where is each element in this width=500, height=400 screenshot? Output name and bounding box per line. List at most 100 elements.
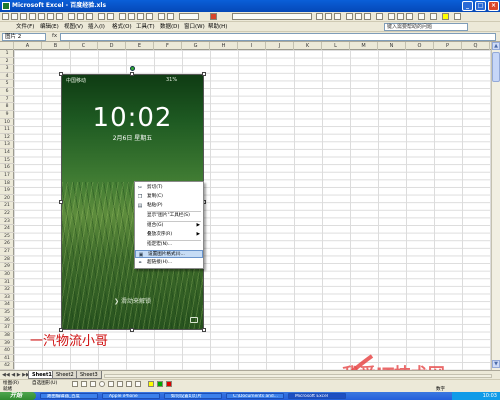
menu-file[interactable]: 文件(F) <box>16 22 34 32</box>
row-header-cell[interactable]: 42 <box>0 362 14 370</box>
menu-format[interactable]: 格式(O) <box>112 22 132 32</box>
column-header-cell[interactable]: K <box>294 42 322 50</box>
row-header-cell[interactable]: 34 <box>0 301 14 310</box>
sheet-tab-2[interactable]: Sheet2 <box>52 371 78 379</box>
row-header-cell[interactable]: 20 <box>0 195 14 203</box>
taskbar-item[interactable]: C:\Documents and... <box>226 393 284 399</box>
currency-icon[interactable] <box>388 13 395 20</box>
ctx-item-hyperlink[interactable]: ⚭ 超链接(H)... <box>135 259 203 267</box>
bold-icon[interactable] <box>316 13 323 20</box>
resize-handle[interactable] <box>59 200 63 204</box>
column-header-cell[interactable]: M <box>350 42 378 50</box>
row-header-cell[interactable]: 36 <box>0 317 14 325</box>
font-color-icon[interactable] <box>454 13 461 20</box>
taskbar-item-active[interactable]: Microsoft Excel <box>288 393 346 399</box>
print-preview-icon[interactable] <box>47 13 54 20</box>
ctx-item-show-picture-toolbar[interactable]: 显示"图片"工具栏(S) <box>135 212 203 220</box>
tab-nav-arrows-icon[interactable]: ◀◀ ◀ ▶ ▶▶ <box>2 371 30 379</box>
column-header-cell[interactable]: A <box>14 42 42 50</box>
row-header-cell[interactable]: 21 <box>0 202 14 210</box>
name-box[interactable]: 图片 2 <box>2 33 46 41</box>
resize-handle[interactable] <box>202 328 206 332</box>
column-header-cell[interactable]: G <box>182 42 210 50</box>
row-header-cell[interactable]: 1 <box>0 50 14 58</box>
column-header-cell[interactable]: H <box>210 42 238 50</box>
row-header-cell[interactable]: 10 <box>0 119 14 127</box>
row-header-cell[interactable]: 30 <box>0 271 14 279</box>
resize-handle[interactable] <box>202 72 206 76</box>
ctx-item-paste[interactable]: ▤ 粘贴(P) <box>135 202 203 210</box>
column-header-cell[interactable]: I <box>238 42 266 50</box>
row-header-cell[interactable]: 12 <box>0 134 14 142</box>
borders-icon[interactable] <box>430 13 437 20</box>
undo-icon[interactable] <box>98 13 105 20</box>
minimize-button[interactable]: _ <box>462 1 473 11</box>
menu-data[interactable]: 数据(D) <box>160 22 180 32</box>
resize-handle[interactable] <box>130 72 134 76</box>
drawing-icon[interactable] <box>167 13 174 20</box>
align-center-icon[interactable] <box>355 13 362 20</box>
menu-edit[interactable]: 编辑(E) <box>40 22 59 32</box>
maximize-button[interactable]: □ <box>475 1 486 11</box>
help-search-input[interactable]: 键入需要帮助的问题 <box>384 23 468 31</box>
row-header-cell[interactable]: 25 <box>0 233 14 241</box>
sheet-tab-3[interactable]: Sheet3 <box>76 371 102 379</box>
zoom-select[interactable] <box>179 13 199 20</box>
select-all-corner[interactable] <box>0 42 14 50</box>
fx-label[interactable]: fx <box>52 33 57 39</box>
row-header-cell[interactable]: 40 <box>0 347 14 355</box>
row-header-cell[interactable]: 16 <box>0 164 14 172</box>
row-header-cell[interactable]: 5 <box>0 80 14 89</box>
align-right-icon[interactable] <box>364 13 371 20</box>
redo-icon[interactable] <box>107 13 114 20</box>
row-header-cell[interactable]: 19 <box>0 187 14 195</box>
row-header-cell[interactable]: 11 <box>0 126 14 134</box>
menu-tools[interactable]: 工具(T) <box>136 22 155 32</box>
column-header-cell[interactable]: N <box>378 42 406 50</box>
formula-input[interactable] <box>60 33 496 41</box>
row-header-cell[interactable]: 15 <box>0 157 14 165</box>
rotate-handle[interactable] <box>130 66 135 71</box>
menu-insert[interactable]: 插入(I) <box>88 22 105 32</box>
column-header-cell[interactable]: Q <box>462 42 490 50</box>
column-header-cell[interactable]: F <box>154 42 182 50</box>
row-header-cell[interactable]: 7 <box>0 96 14 104</box>
autosum-icon[interactable] <box>128 13 135 20</box>
menu-window[interactable]: 窗口(W) <box>184 22 205 32</box>
menu-view[interactable]: 视图(V) <box>64 22 83 32</box>
row-header-cell[interactable]: 41 <box>0 355 14 363</box>
cut-icon[interactable] <box>68 13 75 20</box>
underline-icon[interactable] <box>334 13 341 20</box>
indent-icon[interactable] <box>418 13 425 20</box>
scroll-up-arrow-icon[interactable]: ▲ <box>492 42 500 50</box>
percent-icon[interactable] <box>397 13 404 20</box>
open-folder-icon[interactable] <box>11 13 18 20</box>
taskbar-item[interactable]: 路由编辑器_百度 <box>40 393 98 399</box>
row-header-cell[interactable]: 4 <box>0 73 14 81</box>
row-header-cell[interactable]: 39 <box>0 340 14 348</box>
row-header-cell[interactable]: 24 <box>0 225 14 233</box>
ctx-item-order[interactable]: 叠放次序(R) ▶ <box>135 231 203 239</box>
column-header-cell[interactable]: D <box>98 42 126 50</box>
taskbar-item[interactable]: 如何设置幻灯片 <box>164 393 222 399</box>
ctx-item-copy[interactable]: ❐ 复制(C) <box>135 193 203 201</box>
menu-help[interactable]: 帮助(H) <box>208 22 227 32</box>
ctx-item-cut[interactable]: ✂ 剪切(T) <box>135 184 203 192</box>
hyperlink-toolbar-icon[interactable] <box>119 13 126 20</box>
resize-handle[interactable] <box>59 72 63 76</box>
column-header-cell[interactable]: P <box>434 42 462 50</box>
row-header-cell[interactable]: 17 <box>0 172 14 180</box>
vertical-scrollbar[interactable]: ▲ ▼ <box>491 42 500 370</box>
scroll-thumb[interactable] <box>492 52 500 82</box>
row-header-cell[interactable]: 13 <box>0 141 14 150</box>
close-button[interactable]: × <box>488 1 499 11</box>
row-header-cell[interactable]: 14 <box>0 149 14 157</box>
taskbar-item[interactable]: Apple iPhone <box>102 393 160 399</box>
row-header-cell[interactable]: 23 <box>0 218 14 226</box>
comma-style-icon[interactable] <box>406 13 413 20</box>
font-select[interactable] <box>232 13 312 20</box>
ctx-item-format-picture[interactable]: ▣ 设置图片格式(I)... <box>135 250 203 258</box>
row-header-cell[interactable]: 22 <box>0 210 14 218</box>
horizontal-scrollbar[interactable] <box>104 374 492 378</box>
ctx-item-assign-macro[interactable]: 指定宏(N)... <box>135 241 203 249</box>
